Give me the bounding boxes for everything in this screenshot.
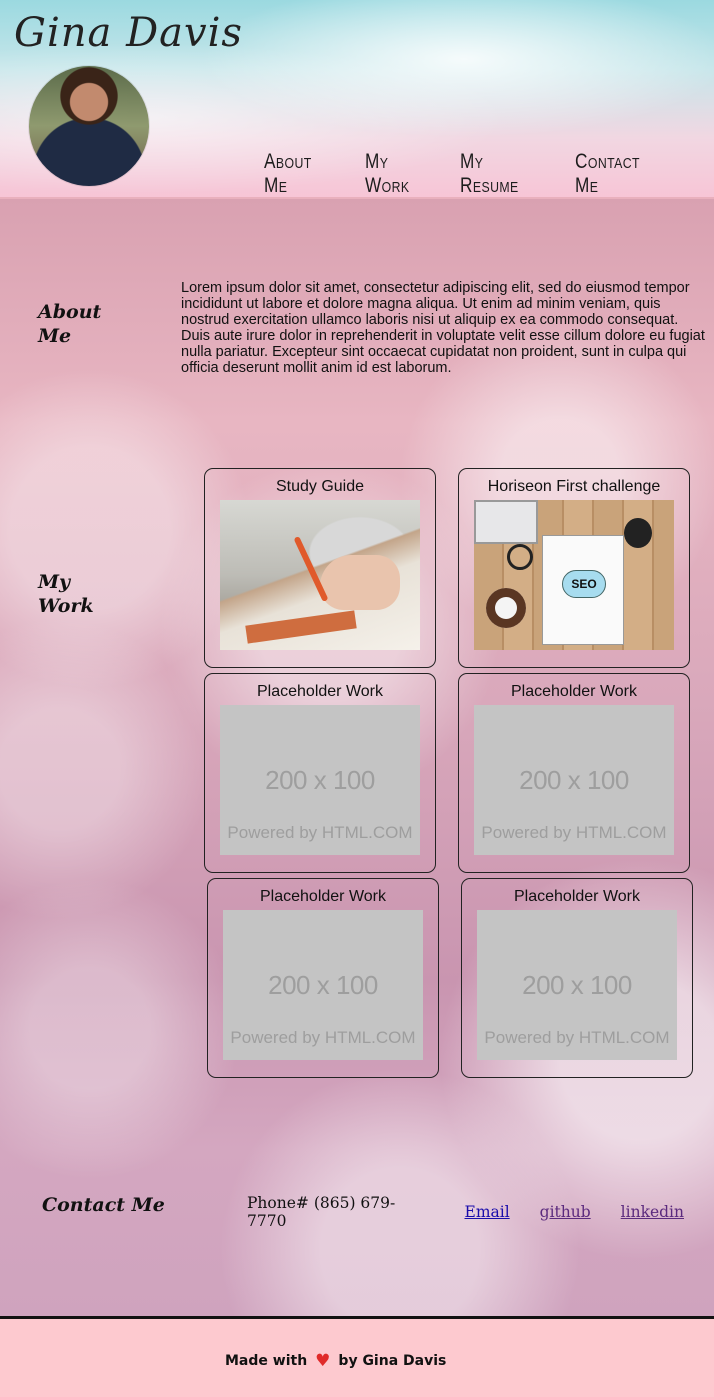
coffee-cup-shape [486,588,526,628]
main-nav: About Me My Work My Resume Contact Me [264,150,714,198]
about-heading: About Me [38,300,101,348]
work-card-title: Placeholder Work [511,683,637,700]
site-logo: Gina Davis [14,10,243,56]
site-header: Gina Davis About Me My Work My Resume Co… [0,0,714,199]
placeholder-powered: Powered by HTML.COM [484,1028,670,1047]
email-link[interactable]: Email [465,1203,510,1221]
placeholder-size: 200 x 100 [268,970,378,1000]
work-heading: My Work [38,570,94,618]
pencil-shape [293,536,329,602]
placeholder-image[interactable]: 200 x 100 Powered by HTML.COM [220,705,420,855]
placeholder-image[interactable]: 200 x 100 Powered by HTML.COM [223,910,423,1060]
pen-cup-shape [624,518,652,548]
work-card-title: Placeholder Work [257,683,383,700]
work-card-title: Horiseon First challenge [487,478,661,495]
about-heading-line2: Me [38,325,72,347]
footer-made-with: Made with [225,1353,308,1369]
contact-row: Phone# (865) 679-7770 Email github linke… [247,1194,714,1230]
linkedin-link[interactable]: linkedin [621,1203,684,1221]
work-card-title: Placeholder Work [260,888,386,905]
placeholder-powered: Powered by HTML.COM [481,823,667,842]
laptop-shape [474,500,538,544]
nav-about-me[interactable]: About Me [264,150,330,198]
placeholder-powered: Powered by HTML.COM [227,823,413,842]
heart-icon: ♥ [315,1351,331,1371]
seo-cloud-shape: SEO [562,570,606,598]
work-card-title: Placeholder Work [514,888,640,905]
hand-shape [320,555,400,610]
work-card-study-guide[interactable]: Study Guide [204,468,436,668]
nav-my-resume[interactable]: My Resume [460,150,536,198]
placeholder-image[interactable]: 200 x 100 Powered by HTML.COM [474,705,674,855]
work-card-placeholder[interactable]: Placeholder Work 200 x 100 Powered by HT… [207,878,439,1078]
about-heading-line1: About [38,301,102,323]
magnifier-icon [507,544,533,570]
placeholder-powered: Powered by HTML.COM [230,1028,416,1047]
work-heading-line2: Work [38,595,94,617]
footer-credit: Made with ♥ by Gina Davis [225,1351,446,1371]
nav-my-work[interactable]: My Work [365,150,429,198]
github-link[interactable]: github [540,1203,591,1221]
placeholder-size: 200 x 100 [265,765,375,795]
about-text: Lorem ipsum dolor sit amet, consectetur … [181,280,705,376]
placeholder-size: 200 x 100 [522,970,632,1000]
work-heading-line1: My [38,571,71,593]
horiseon-image[interactable]: SEO [474,500,674,650]
contact-heading: Contact Me [42,1194,165,1216]
nav-contact-me[interactable]: Contact Me [575,150,656,198]
avatar [29,66,149,186]
footer-by: by Gina Davis [338,1353,447,1369]
placeholder-size: 200 x 100 [519,765,629,795]
work-card-horiseon[interactable]: Horiseon First challenge SEO [458,468,690,668]
phone-number: Phone# (865) 679-7770 [247,1194,396,1230]
placeholder-image[interactable]: 200 x 100 Powered by HTML.COM [477,910,677,1060]
work-card-placeholder[interactable]: Placeholder Work 200 x 100 Powered by HT… [458,673,690,873]
seo-label: SEO [571,577,597,591]
book-shape [245,610,357,644]
work-card-placeholder[interactable]: Placeholder Work 200 x 100 Powered by HT… [461,878,693,1078]
work-card-title: Study Guide [275,478,365,495]
work-card-placeholder[interactable]: Placeholder Work 200 x 100 Powered by HT… [204,673,436,873]
site-footer: Made with ♥ by Gina Davis [0,1316,714,1397]
study-guide-image[interactable] [220,500,420,650]
